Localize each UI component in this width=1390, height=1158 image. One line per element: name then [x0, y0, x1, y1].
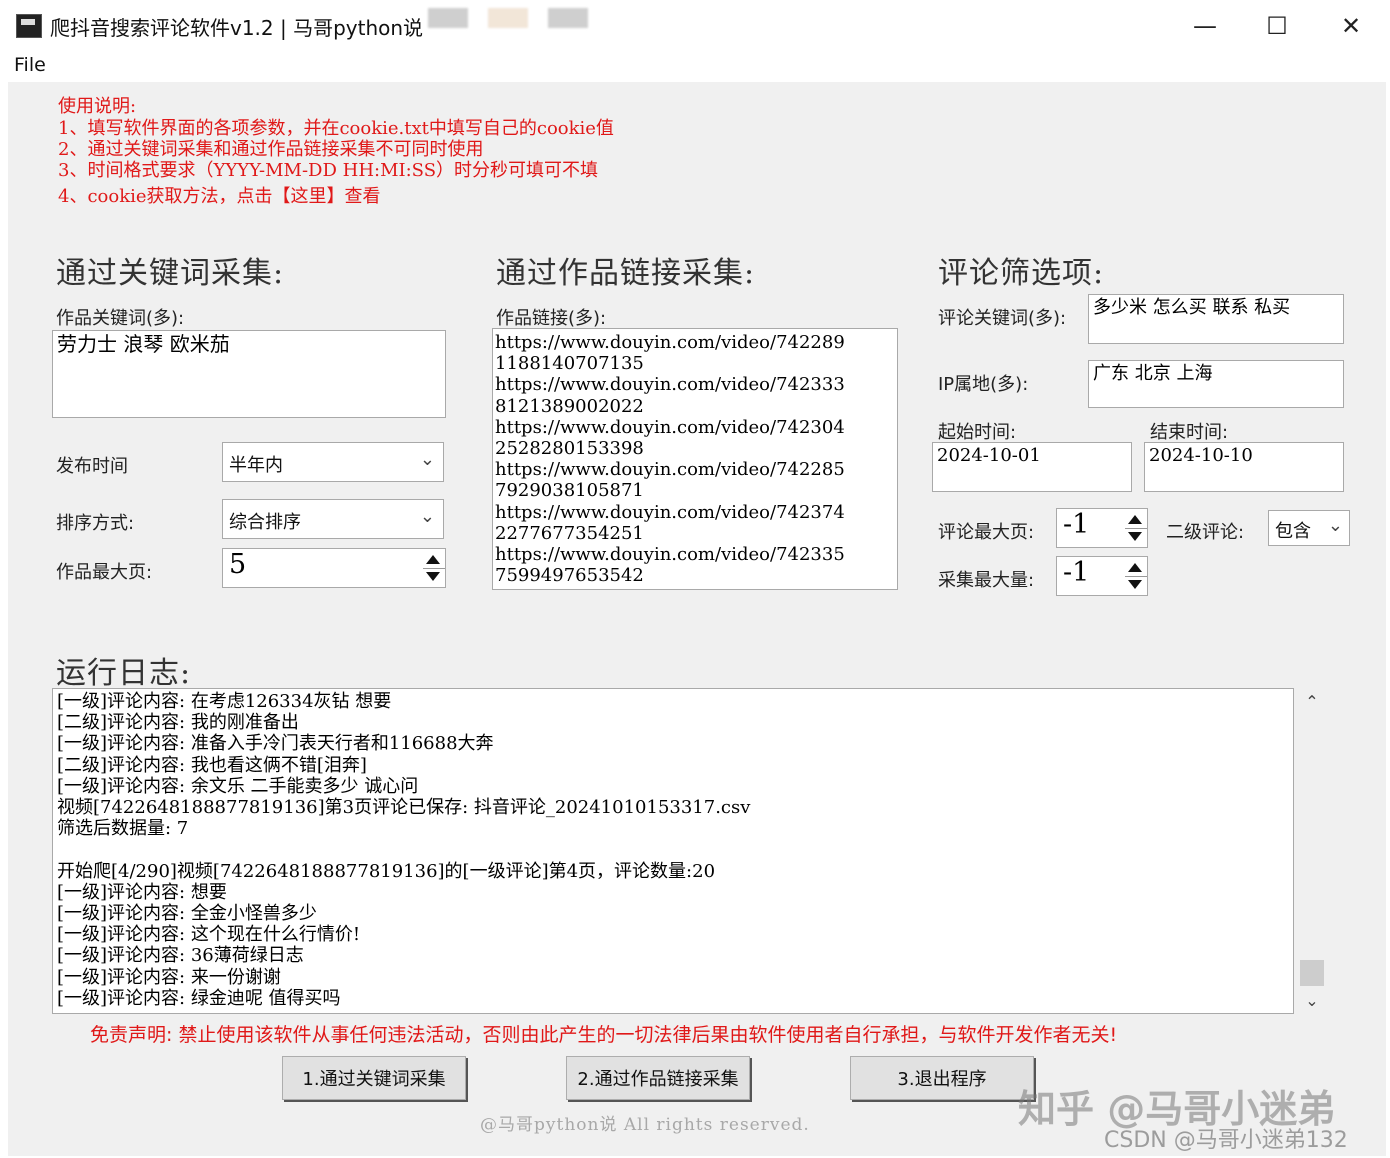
keywords-input[interactable]: 劳力士 浪琴 欧米茄	[52, 330, 446, 418]
app-window: 爬抖音搜索评论软件v1.2 | 马哥python说 — ☐ ✕ File 使用说…	[0, 0, 1390, 1158]
link-section-title: 通过作品链接采集:	[496, 256, 756, 291]
log-section-title: 运行日志:	[56, 656, 192, 691]
max-comment-pages-spinner[interactable]: -1	[1056, 508, 1148, 548]
spinner-arrows[interactable]	[1125, 557, 1147, 595]
spinner-arrows[interactable]	[1125, 509, 1147, 547]
max-pages-value: 5	[229, 549, 247, 580]
spinner-divider	[1125, 528, 1147, 529]
links-input[interactable]: https://www.douyin.com/video/742289 1188…	[492, 328, 898, 590]
max-collect-value: -1	[1063, 557, 1090, 588]
sort-label: 排序方式:	[56, 513, 135, 534]
max-comment-pages-value: -1	[1063, 509, 1090, 540]
filter-section-title: 评论筛选项:	[938, 256, 1105, 291]
sort-value: 综合排序	[229, 512, 301, 533]
max-pages-spinner[interactable]: 5	[222, 548, 446, 588]
cookie-help-link[interactable]: 4、cookie获取方法，点击【这里】查看	[58, 186, 381, 207]
app-icon	[16, 14, 42, 38]
spinner-divider	[423, 568, 445, 569]
title-bar: 爬抖音搜索评论软件v1.2 | 马哥python说 — ☐ ✕	[0, 0, 1390, 52]
comment-keywords-label: 评论关键词(多):	[938, 308, 1067, 329]
copyright-footer: @马哥python说 All rights reserved.	[480, 1115, 810, 1135]
start-time-label: 起始时间:	[938, 422, 1017, 443]
chevron-down-icon: ⌄	[419, 449, 435, 470]
main-panel: 使用说明: 1、填写软件界面的各项参数，并在cookie.txt中填写自己的co…	[8, 82, 1386, 1156]
chevron-up-icon[interactable]: ⌃	[1296, 692, 1328, 711]
publish-time-select[interactable]: 半年内 ⌄	[222, 442, 444, 482]
exit-button[interactable]: 3.退出程序	[850, 1056, 1034, 1100]
spinner-divider	[1125, 576, 1147, 577]
csdn-watermark: CSDN @马哥小迷弟132	[1104, 1128, 1348, 1153]
chevron-down-icon[interactable]: ⌄	[1296, 991, 1328, 1010]
window-title: 爬抖音搜索评论软件v1.2 | 马哥python说	[50, 16, 424, 40]
keywords-label: 作品关键词(多):	[56, 308, 185, 329]
scrollbar-thumb[interactable]	[1300, 960, 1324, 986]
max-pages-label: 作品最大页:	[56, 562, 153, 583]
arrow-down-icon[interactable]	[1128, 580, 1142, 589]
secondary-comments-value: 包含	[1275, 521, 1311, 542]
instruction-line: 3、时间格式要求（YYYY-MM-DD HH:MI:SS）时分秒可填可不填	[58, 160, 599, 181]
minimize-button[interactable]: —	[1182, 8, 1228, 44]
arrow-up-icon[interactable]	[1128, 563, 1142, 572]
start-time-input[interactable]: 2024-10-01	[932, 442, 1132, 492]
disclaimer-text: 免责声明: 禁止使用该软件从事任何违法活动，否则由此产生的一切法律后果由软件使用…	[90, 1024, 1118, 1046]
sort-select[interactable]: 综合排序 ⌄	[222, 499, 444, 539]
arrow-up-icon[interactable]	[426, 555, 440, 564]
arrow-up-icon[interactable]	[1128, 515, 1142, 524]
instruction-line: 1、填写软件界面的各项参数，并在cookie.txt中填写自己的cookie值	[58, 118, 614, 139]
secondary-comments-select[interactable]: 包含 ⌄	[1268, 510, 1350, 546]
spinner-arrows[interactable]	[423, 549, 445, 587]
comment-keywords-input[interactable]: 多少米 怎么买 联系 私买	[1088, 294, 1344, 344]
log-output[interactable]: [一级]评论内容: 在考虑126334灰钻 想要 [二级]评论内容: 我的刚准备…	[52, 688, 1294, 1014]
menu-bar: File	[0, 52, 1390, 82]
publish-time-value: 半年内	[229, 455, 283, 476]
end-time-input[interactable]: 2024-10-10	[1144, 442, 1344, 492]
menu-file[interactable]: File	[14, 54, 46, 76]
publish-time-label: 发布时间	[56, 456, 128, 477]
max-collect-label: 采集最大量:	[938, 570, 1035, 591]
end-time-label: 结束时间:	[1150, 422, 1229, 443]
link-collect-button[interactable]: 2.通过作品链接采集	[566, 1056, 750, 1100]
blurred-region	[488, 8, 528, 28]
secondary-comments-label: 二级评论:	[1166, 522, 1245, 543]
keyword-section-title: 通过关键词采集:	[56, 256, 285, 291]
arrow-down-icon[interactable]	[426, 572, 440, 581]
chevron-down-icon: ⌄	[419, 506, 435, 527]
links-label: 作品链接(多):	[496, 308, 607, 329]
maximize-button[interactable]: ☐	[1254, 8, 1300, 44]
close-button[interactable]: ✕	[1328, 8, 1374, 44]
ip-input[interactable]: 广东 北京 上海	[1088, 360, 1344, 408]
keyword-collect-button[interactable]: 1.通过关键词采集	[282, 1056, 466, 1100]
max-comment-pages-label: 评论最大页:	[938, 522, 1035, 543]
max-collect-spinner[interactable]: -1	[1056, 556, 1148, 596]
instruction-line: 2、通过关键词采集和通过作品链接采集不可同时使用	[58, 139, 484, 160]
log-scrollbar[interactable]: ⌃ ⌄	[1296, 688, 1328, 1014]
ip-label: IP属地(多):	[938, 374, 1029, 395]
blurred-region	[428, 8, 468, 28]
arrow-down-icon[interactable]	[1128, 532, 1142, 541]
chevron-down-icon: ⌄	[1327, 515, 1343, 536]
blurred-region	[548, 8, 588, 28]
instructions-heading: 使用说明:	[58, 96, 137, 117]
